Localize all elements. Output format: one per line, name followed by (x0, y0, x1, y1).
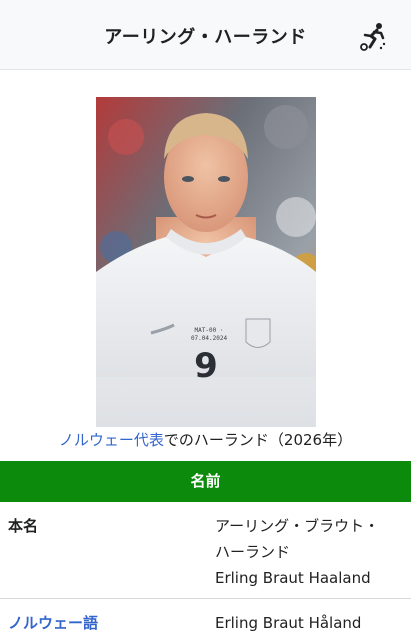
photo-caption: ノルウェー代表でのハーランド（2026年） (0, 429, 411, 450)
app-header: アーリング・ハーランド (0, 0, 411, 70)
norwegian-language-link[interactable]: ノルウェー語 (8, 612, 98, 633)
section-header-name: 名前 (0, 461, 411, 502)
row-value-real-name: アーリング・ブラウト・ ハーランド Erling Braut Haaland (215, 513, 403, 591)
real-name-line-1: アーリング・ブラウト・ (215, 517, 380, 535)
row-label-real-name: 本名 (8, 517, 39, 535)
infobox-row-real-name: 本名 アーリング・ブラウト・ ハーランド Erling Braut Haalan… (0, 503, 411, 599)
shirt-print-2: 07.04.2024 (191, 335, 228, 342)
infobox-row-norwegian: ノルウェー語 Erling Braut Håland (0, 600, 411, 640)
football-player-icon[interactable] (356, 20, 390, 54)
real-name-line-2: ハーランド (215, 543, 291, 561)
row-value-norwegian: Erling Braut Håland (215, 614, 362, 632)
shirt-print-1: MAT-00 · (195, 327, 224, 334)
player-photo[interactable]: 9 MAT-00 · 07.04.2024 (96, 97, 316, 427)
caption-text: でのハーランド（2026年） (163, 431, 353, 449)
real-name-line-3: Erling Braut Haaland (215, 569, 371, 587)
norway-national-team-link[interactable]: ノルウェー代表 (59, 431, 164, 449)
page-title: アーリング・ハーランド (104, 27, 307, 48)
